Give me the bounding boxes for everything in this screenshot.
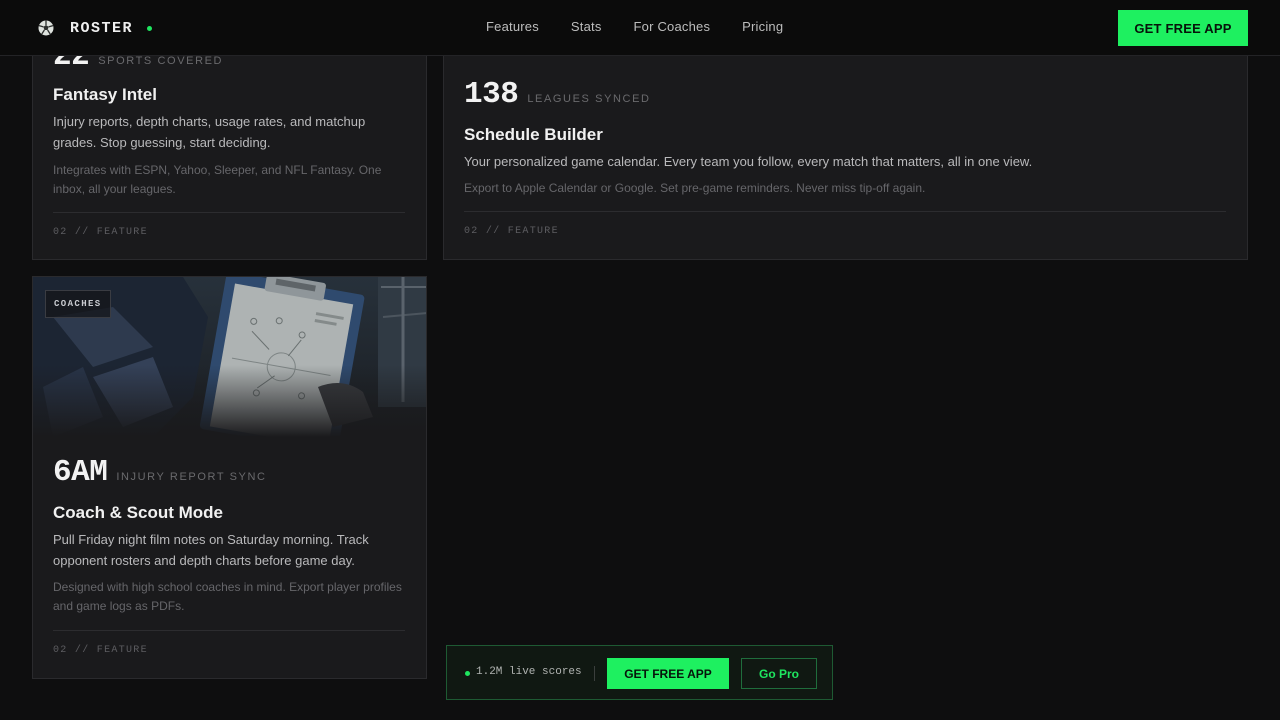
- feature-card-coach: COACHES 6AM INJURY REPORT SYNC Coach & S…: [32, 276, 427, 679]
- coaches-badge: COACHES: [45, 290, 111, 318]
- card-title: Fantasy Intel: [53, 85, 157, 104]
- card-description: Pull Friday night film notes on Saturday…: [53, 532, 369, 568]
- card-note: Integrates with ESPN, Yahoo, Sleeper, an…: [53, 163, 382, 196]
- stat-number: 138: [464, 77, 519, 112]
- card-footer: 02 // FEATURE: [53, 645, 148, 656]
- get-free-app-button[interactable]: GET FREE APP: [1118, 10, 1248, 46]
- card-description: Injury reports, depth charts, usage rate…: [53, 114, 366, 150]
- stat-row: 138 LEAGUES SYNCED: [464, 77, 651, 112]
- nav-link-for-coaches[interactable]: For Coaches: [634, 19, 711, 34]
- card-note: Export to Apple Calendar or Google. Set …: [464, 181, 926, 195]
- card-title: Schedule Builder: [464, 125, 603, 144]
- card-divider: [53, 212, 405, 213]
- brand-name: ROSTER: [70, 19, 134, 37]
- stat-row: 6AM INJURY REPORT SYNC: [53, 455, 267, 490]
- card-footer: 02 // FEATURE: [464, 226, 559, 237]
- stat-label: LEAGUES SYNCED: [527, 93, 651, 105]
- nav-link-pricing[interactable]: Pricing: [742, 19, 783, 34]
- live-indicator-dot: [465, 671, 470, 676]
- card-divider: [464, 211, 1226, 212]
- card-divider: [53, 630, 405, 631]
- nav-link-features[interactable]: Features: [486, 19, 539, 34]
- go-pro-button[interactable]: Go Pro: [741, 658, 817, 689]
- get-free-app-button[interactable]: GET FREE APP: [607, 658, 729, 689]
- stat-label: SPORTS COVERED: [98, 55, 224, 67]
- nav-link-stats[interactable]: Stats: [571, 19, 602, 34]
- card-note: Designed with high school coaches in min…: [53, 580, 402, 613]
- brand-logo[interactable]: ROSTER: [38, 18, 153, 38]
- status-dot: [147, 25, 153, 31]
- stat-label: INJURY REPORT SYNC: [116, 471, 267, 483]
- divider: [594, 666, 595, 681]
- top-nav: ROSTER Features Stats For Coaches Pricin…: [0, 0, 1280, 56]
- card-description: Your personalized game calendar. Every t…: [464, 154, 1033, 169]
- card-title: Coach & Scout Mode: [53, 503, 224, 522]
- nav-links: Features Stats For Coaches Pricing: [486, 19, 815, 34]
- floating-cta-bar: 1.2M live scores GET FREE APP Go Pro: [446, 645, 833, 700]
- soccer-ball-icon: [38, 20, 54, 36]
- card-footer: 02 // FEATURE: [53, 227, 148, 238]
- live-scores-text: 1.2M live scores: [476, 666, 582, 678]
- stat-number: 6AM: [53, 455, 108, 490]
